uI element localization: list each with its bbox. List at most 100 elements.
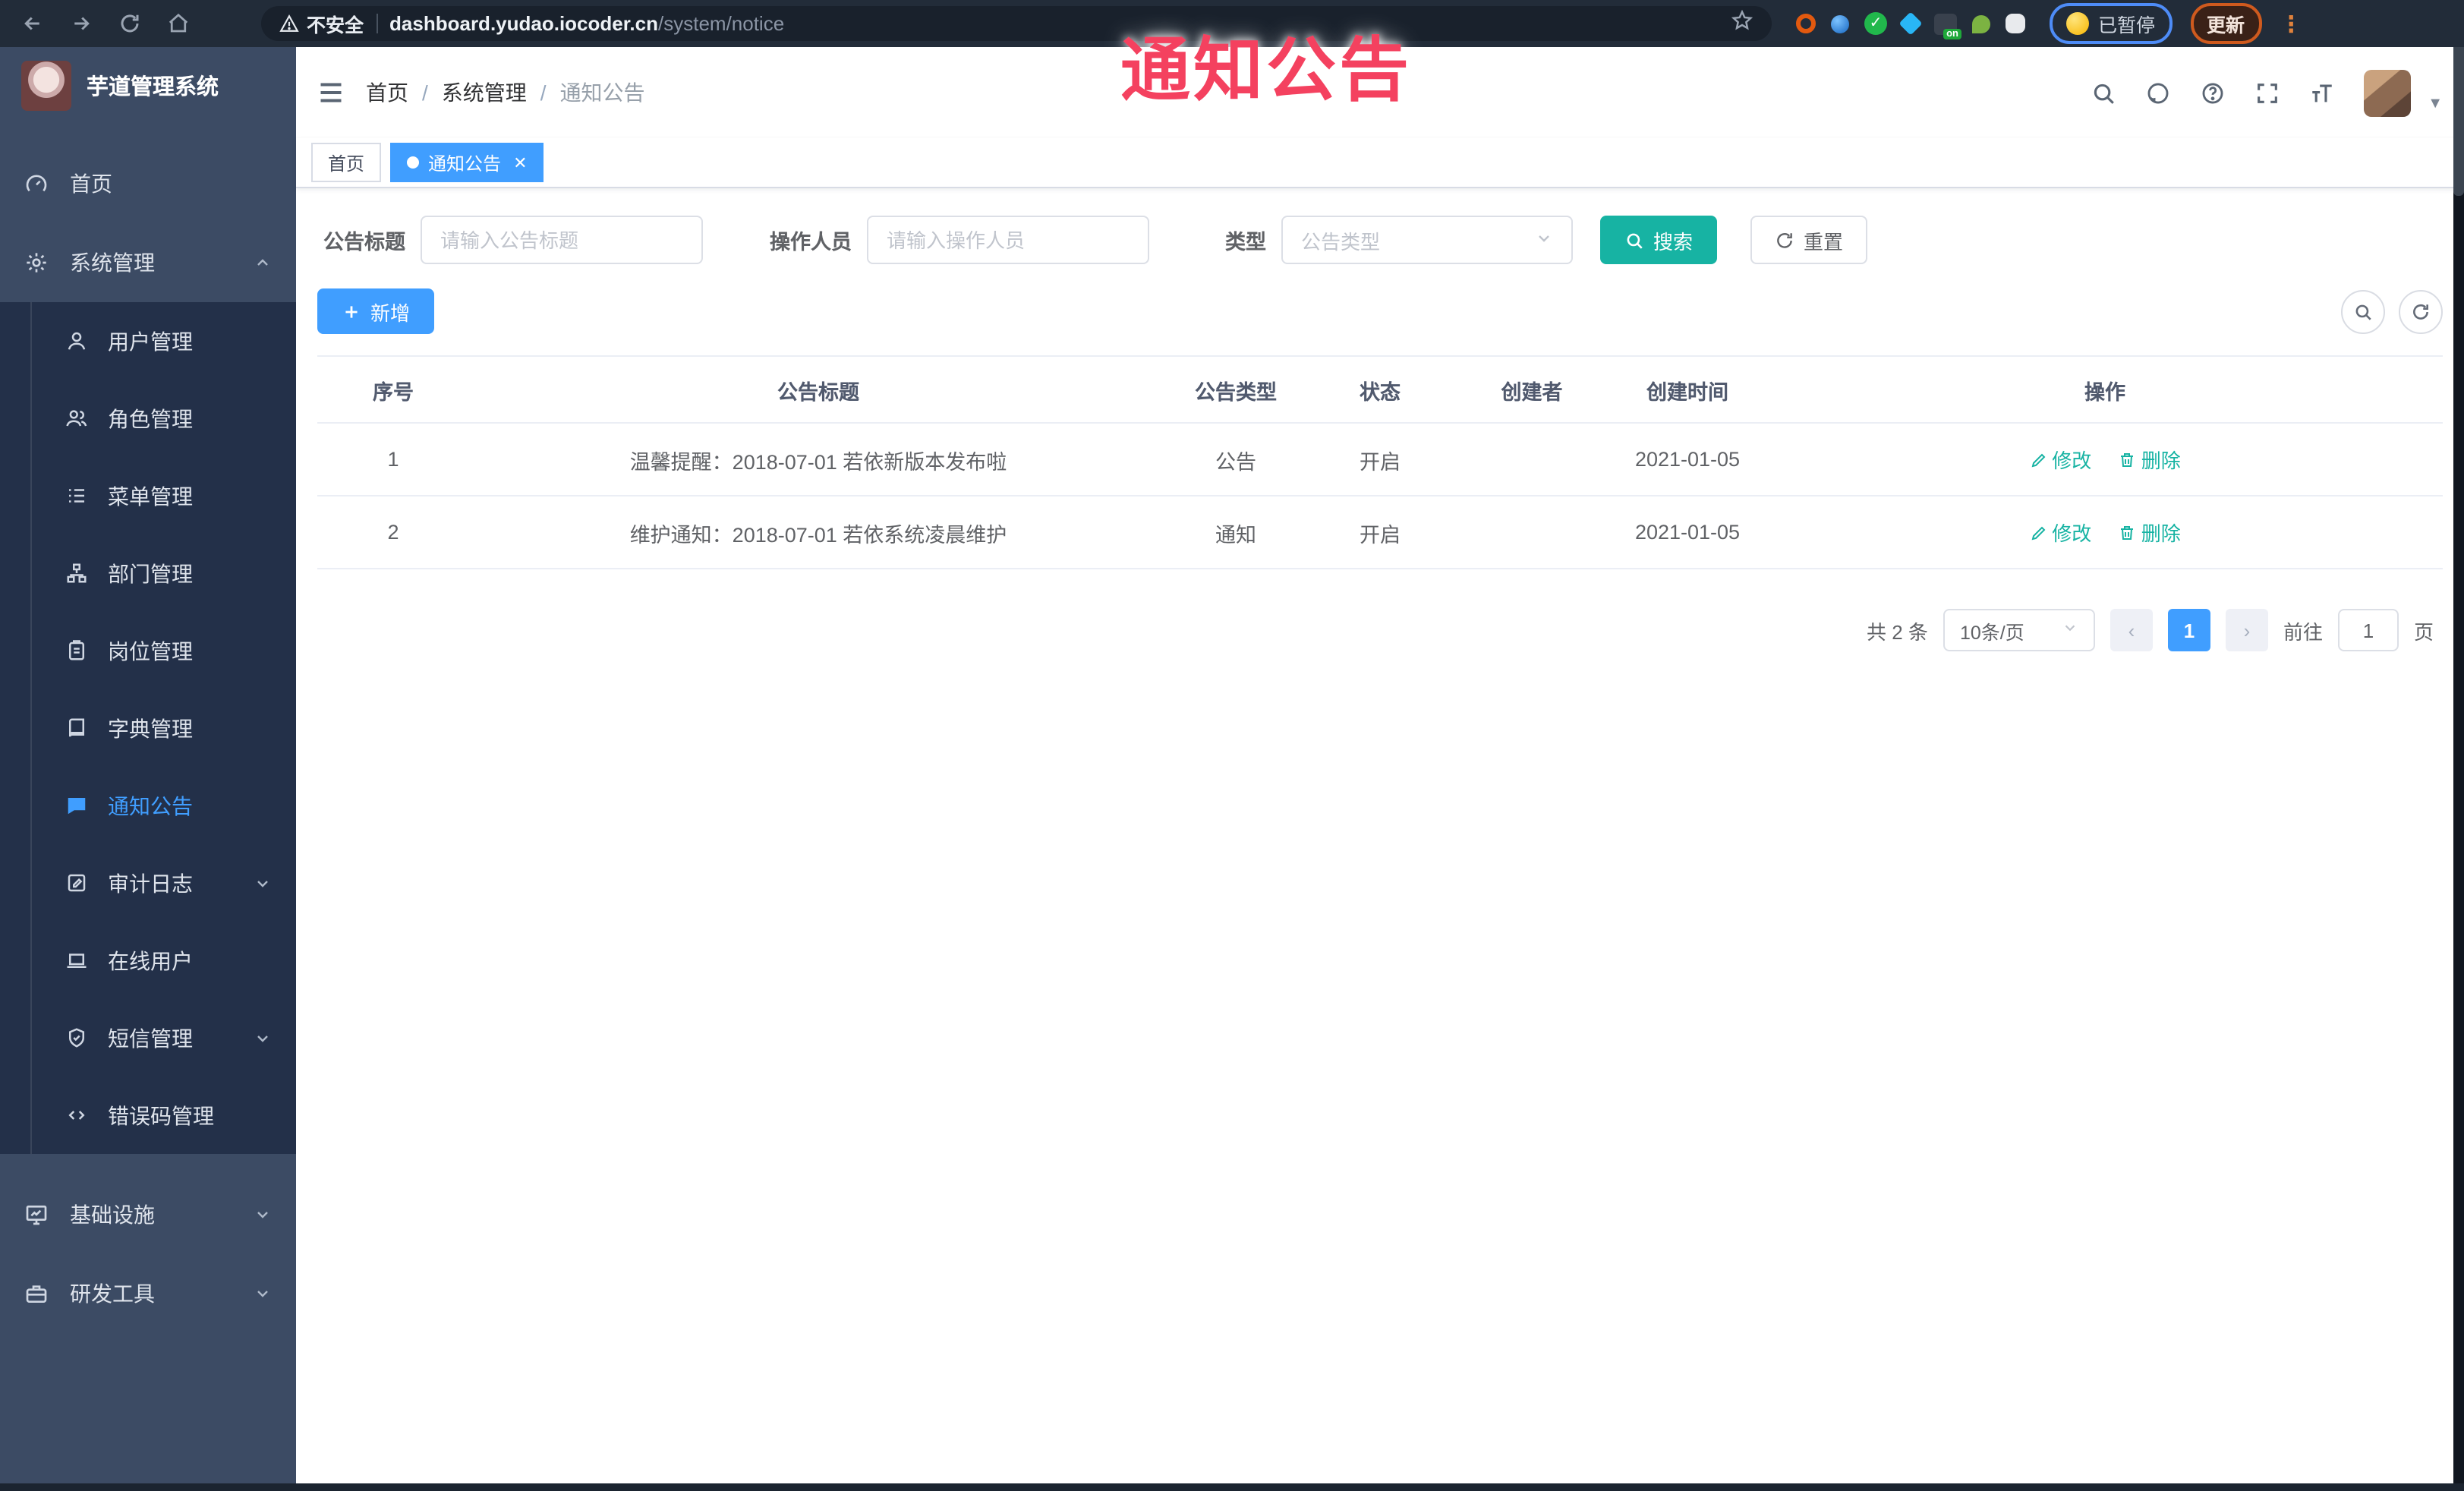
chevron-down-icon — [254, 874, 272, 892]
help-icon[interactable] — [2200, 80, 2226, 106]
search-icon — [2355, 304, 2371, 320]
sidebar-item-role-mgmt[interactable]: 角色管理 — [32, 380, 296, 457]
notice-type-select[interactable]: 公告类型 — [1281, 216, 1573, 264]
profile-paused-chip[interactable]: 已暂停 — [2050, 3, 2173, 44]
sidebar-item-dev-tools[interactable]: 研发工具 — [0, 1254, 296, 1333]
extension-leaf-icon[interactable] — [1972, 14, 1990, 33]
cell-creator — [1456, 496, 1608, 569]
cell-title: 维护通知：2018-07-01 若依系统凌晨维护 — [469, 496, 1167, 569]
app-logo-row[interactable]: 芋道管理系统 — [0, 47, 296, 123]
scrollbar-thumb[interactable] — [2453, 47, 2464, 196]
bookmark-star-icon[interactable] — [1731, 8, 1753, 39]
prev-page-button[interactable]: ‹ — [2110, 609, 2153, 651]
chrome-update-button[interactable]: 更新 — [2190, 3, 2262, 44]
close-tab-icon[interactable]: ✕ — [513, 153, 527, 172]
not-secure-label: 不安全 — [307, 15, 364, 36]
user-avatar[interactable] — [2364, 69, 2412, 116]
extension-gem-icon[interactable] — [1898, 11, 1923, 36]
cell-no: 1 — [317, 423, 469, 496]
menu-list-icon — [65, 484, 88, 507]
sidebar-item-notice[interactable]: 通知公告 — [32, 767, 296, 844]
sidebar-item-label: 审计日志 — [108, 871, 193, 895]
sidebar-item-post-mgmt[interactable]: 岗位管理 — [32, 612, 296, 689]
app-logo — [21, 61, 71, 111]
address-bar[interactable]: 不安全 dashboard.yudao.iocoder.cn/system/no… — [261, 6, 1772, 41]
not-secure-warning[interactable]: 不安全 — [279, 9, 364, 38]
page-scrollbar[interactable] — [2453, 47, 2464, 1491]
sidebar-item-infra[interactable]: 基础设施 — [0, 1175, 296, 1254]
breadcrumb-system[interactable]: 系统管理 — [442, 77, 527, 108]
extensions-puzzle-icon[interactable] — [2006, 14, 2025, 33]
github-icon[interactable] — [2145, 80, 2171, 106]
edit-log-icon — [65, 872, 88, 894]
cell-created: 2021-01-05 — [1608, 423, 1767, 496]
paused-label: 已暂停 — [2098, 15, 2156, 36]
toolbox-icon — [24, 1281, 49, 1306]
sidebar-item-label: 角色管理 — [108, 406, 193, 430]
collapse-menu-icon[interactable] — [317, 79, 345, 106]
next-page-button[interactable]: › — [2225, 609, 2268, 651]
extension-green-icon[interactable]: ✓ — [1864, 12, 1887, 35]
search-icon[interactable] — [2091, 80, 2116, 106]
cell-status: 开启 — [1304, 496, 1456, 569]
message-bubble-icon — [65, 794, 88, 817]
extension-blue-icon[interactable] — [1831, 14, 1849, 33]
fullscreen-icon[interactable] — [2254, 80, 2280, 106]
table-header-row: 序号 公告标题 公告类型 状态 创建者 创建时间 操作 — [317, 355, 2443, 424]
refresh-icon — [2413, 303, 2428, 319]
edit-link[interactable]: 修改 — [2029, 445, 2091, 474]
sidebar-item-dept-mgmt[interactable]: 部门管理 — [32, 534, 296, 612]
notice-title-input[interactable] — [421, 216, 703, 264]
reload-icon[interactable] — [109, 4, 149, 43]
delete-link[interactable]: 删除 — [2119, 518, 2181, 547]
breadcrumb-home[interactable]: 首页 — [366, 77, 408, 108]
delete-link[interactable]: 删除 — [2119, 445, 2181, 474]
sidebar-item-audit-log[interactable]: 审计日志 — [32, 844, 296, 922]
book-icon — [65, 717, 88, 739]
sidebar-item-dict-mgmt[interactable]: 字典管理 — [32, 689, 296, 767]
back-icon[interactable] — [12, 4, 52, 43]
sidebar-item-error-code[interactable]: 错误码管理 — [32, 1076, 296, 1154]
table-row: 1 温馨提醒：2018-07-01 若依新版本发布啦 公告 开启 2021-01… — [317, 423, 2443, 496]
forward-icon[interactable] — [61, 4, 100, 43]
extension-switch-icon[interactable]: on — [1934, 13, 1961, 39]
breadcrumb-current: 通知公告 — [559, 80, 645, 105]
sidebar-item-user-mgmt[interactable]: 用户管理 — [32, 302, 296, 380]
add-button[interactable]: 新增 — [317, 288, 435, 334]
page-size-select[interactable]: 10条/页 — [1943, 609, 2095, 651]
current-page-button[interactable]: 1 — [2167, 609, 2210, 651]
tab-home[interactable]: 首页 — [311, 143, 382, 182]
toggle-search-button[interactable] — [2341, 289, 2385, 333]
operator-input[interactable] — [867, 216, 1149, 264]
total-count: 共 2 条 — [1867, 620, 1928, 643]
chevron-down-icon — [254, 1285, 272, 1303]
font-size-icon[interactable] — [2309, 80, 2335, 106]
delete-label: 删除 — [2141, 522, 2181, 545]
monitor-chart-icon — [24, 1203, 49, 1227]
tab-label: 通知公告 — [428, 153, 502, 174]
sidebar-item-home[interactable]: 首页 — [0, 144, 296, 223]
home-icon[interactable] — [158, 4, 197, 43]
chevron-down-icon — [254, 1029, 272, 1047]
select-placeholder: 公告类型 — [1301, 230, 1381, 253]
sidebar-item-sms-mgmt[interactable]: 短信管理 — [32, 999, 296, 1076]
sidebar-item-menu-mgmt[interactable]: 菜单管理 — [32, 457, 296, 534]
cell-creator — [1456, 423, 1608, 496]
sidebar-item-label: 通知公告 — [108, 793, 193, 818]
refresh-table-button[interactable] — [2399, 289, 2443, 333]
page-url[interactable]: dashboard.yudao.iocoder.cn/system/notice — [389, 12, 784, 35]
header-actions: ▼ — [2091, 69, 2443, 116]
reset-button[interactable]: 重置 — [1750, 216, 1868, 264]
sidebar-item-online-users[interactable]: 在线用户 — [32, 922, 296, 999]
search-button[interactable]: 搜索 — [1600, 216, 1718, 264]
sidebar-item-label: 用户管理 — [108, 329, 193, 353]
page-content: 公告标题 操作人员 类型 公告类型 搜索 重置 — [296, 188, 2464, 1491]
goto-page-input[interactable] — [2337, 609, 2399, 651]
pencil-icon — [2031, 452, 2045, 467]
avatar-caret-icon[interactable]: ▼ — [2428, 95, 2443, 112]
edit-link[interactable]: 修改 — [2029, 518, 2091, 547]
tab-notice[interactable]: 通知公告 ✕ — [390, 143, 544, 182]
browser-menu-icon[interactable]: ⋮ — [2280, 10, 2302, 37]
extension-orange-icon[interactable] — [1796, 14, 1816, 33]
sidebar-item-system[interactable]: 系统管理 — [0, 223, 296, 302]
